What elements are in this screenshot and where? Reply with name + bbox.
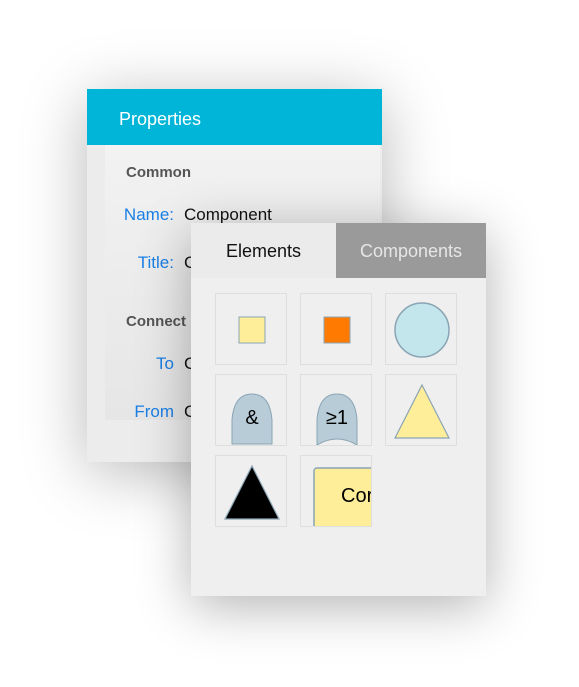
tab-elements[interactable]: Elements [191,223,336,278]
palette-item-and-gate[interactable]: & [215,374,287,446]
black-triangle-icon [224,464,280,520]
from-label: From [134,402,174,421]
orange-square-icon [323,316,351,344]
palette-item-yellow-square[interactable] [215,293,287,365]
properties-title: Properties [87,89,382,145]
circle-icon [394,302,450,358]
palette-item-circle[interactable] [385,293,457,365]
palette-item-black-triangle[interactable] [215,455,287,527]
yellow-square-icon [238,316,266,344]
component-label: Cor [341,485,372,507]
or-gate-label: ≥1 [325,407,349,429]
palette-item-or-gate[interactable]: ≥1 [300,374,372,446]
to-label: To [156,354,174,373]
title-label: Title: [137,253,174,272]
palette-item-orange-square[interactable] [300,293,372,365]
section-connect: Connect [126,313,186,330]
name-label: Name: [123,205,174,224]
palette-item-component[interactable]: Cor [300,455,372,527]
yellow-triangle-icon [394,383,450,439]
section-common: Common [126,164,191,181]
tab-components[interactable]: Components [336,223,486,278]
name-value[interactable]: Component [184,205,272,225]
palette-item-yellow-triangle[interactable] [385,374,457,446]
and-gate-label: & [245,407,259,429]
palette-panel: Elements Components & ≥1 Cor [191,223,486,596]
